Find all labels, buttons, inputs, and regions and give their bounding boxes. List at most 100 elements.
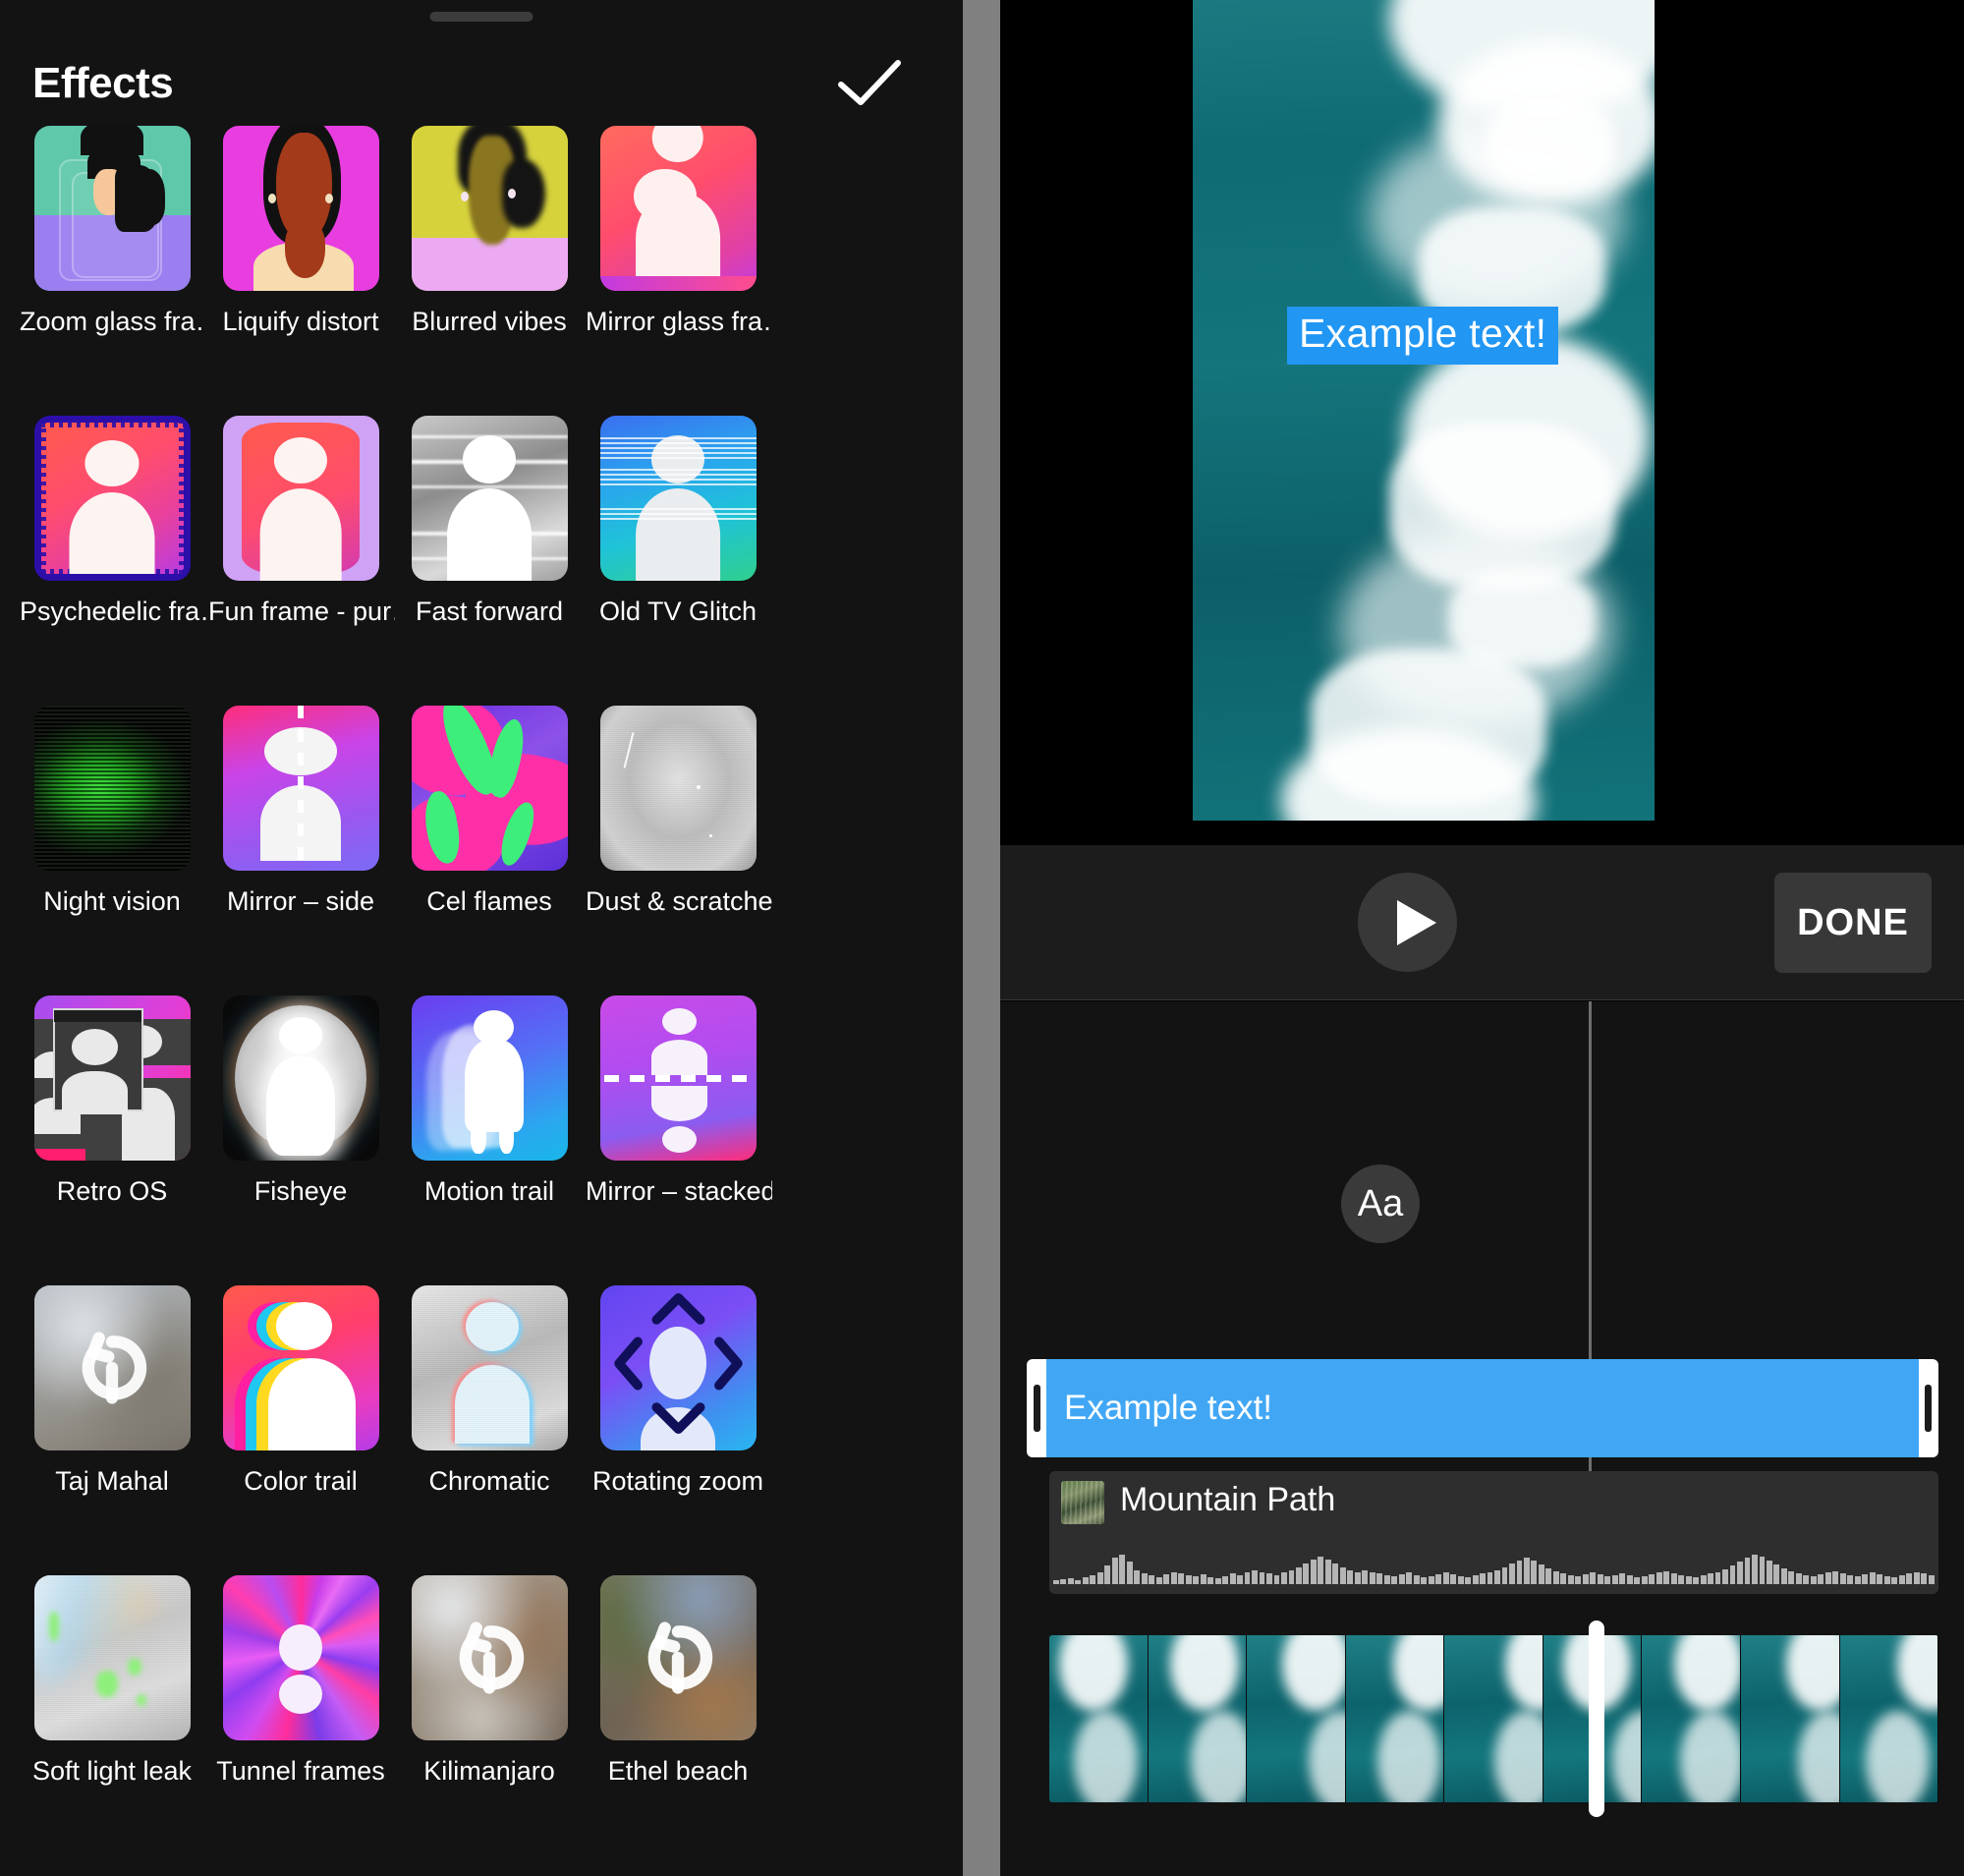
effect-thumbnail[interactable] — [411, 1285, 568, 1450]
editor-panel: Example text! DONE Aa Example text! Moun… — [1000, 0, 1964, 1876]
effect-item[interactable]: Kilimanjaro — [395, 1575, 584, 1865]
effect-thumbnail[interactable] — [222, 706, 379, 871]
page-title: Effects — [32, 59, 174, 107]
text-clip[interactable]: Example text! — [1027, 1359, 1938, 1457]
effect-item[interactable]: Rotating zoom — [584, 1285, 772, 1575]
effect-thumbnail[interactable] — [33, 995, 191, 1161]
check-icon[interactable] — [835, 57, 904, 108]
effect-item[interactable]: Motion trail — [395, 995, 584, 1285]
effect-thumbnail[interactable] — [411, 126, 568, 291]
effect-label: Psychedelic fra… — [20, 597, 206, 626]
effect-thumbnail[interactable] — [222, 1575, 379, 1740]
effect-thumbnail[interactable] — [33, 706, 191, 871]
timeline-panel: Aa Example text! Mountain Path — [1000, 1001, 1964, 1876]
effect-item[interactable]: Fast forward — [395, 416, 584, 706]
done-button[interactable]: DONE — [1774, 873, 1932, 973]
effect-label: Color trail — [244, 1466, 358, 1496]
text-style-button[interactable]: Aa — [1341, 1165, 1420, 1243]
effect-item[interactable]: Tunnel frames — [206, 1575, 395, 1865]
audio-waveform — [1053, 1537, 1935, 1584]
audio-clip[interactable]: Mountain Path — [1049, 1471, 1938, 1594]
effect-label: Cel flames — [426, 886, 552, 916]
panel-divider — [963, 0, 1000, 1876]
video-frame-thumbnail — [1642, 1635, 1741, 1802]
clip-trim-handle-left[interactable] — [1034, 1385, 1040, 1432]
effect-label: Fast forward — [415, 597, 564, 626]
effect-item[interactable]: Zoom glass fra… — [18, 126, 206, 416]
effect-thumbnail[interactable] — [411, 706, 568, 871]
effect-item[interactable]: Liquify distort — [206, 126, 395, 416]
effect-item[interactable]: Psychedelic fra… — [18, 416, 206, 706]
effect-thumbnail[interactable] — [33, 416, 191, 581]
effect-item[interactable]: Retro OS — [18, 995, 206, 1285]
effect-label: Soft light leak — [31, 1756, 193, 1786]
effect-thumbnail[interactable] — [599, 1575, 757, 1740]
video-track[interactable] — [1049, 1635, 1938, 1802]
effect-item[interactable]: Chromatic — [395, 1285, 584, 1575]
effect-label: Motion trail — [423, 1176, 555, 1206]
effect-item[interactable]: Cel flames — [395, 706, 584, 995]
text-clip-label: Example text! — [1064, 1389, 1273, 1427]
effect-label: Kilimanjaro — [423, 1756, 555, 1786]
effect-label: Zoom glass fra… — [20, 307, 206, 336]
effect-label: Dust & scratches — [586, 886, 772, 916]
effect-label: Fisheye — [253, 1176, 348, 1206]
video-frame-thumbnail — [1247, 1635, 1346, 1802]
effect-thumbnail[interactable] — [222, 995, 379, 1161]
video-preview[interactable]: Example text! — [1193, 0, 1655, 821]
effect-label: Night vision — [43, 886, 181, 916]
effect-item[interactable]: Fun frame - pur… — [206, 416, 395, 706]
audio-clip-label: Mountain Path — [1120, 1481, 1336, 1518]
effect-item[interactable]: Ethel beach — [584, 1575, 772, 1865]
effects-header: Effects — [0, 0, 963, 123]
effect-thumbnail[interactable] — [222, 1285, 379, 1450]
video-editor-app: Effects Zoom glass fra… Liquify distort Bl… — [0, 0, 1964, 1876]
effect-item[interactable]: Mirror glass fra… — [584, 126, 772, 416]
effect-thumbnail[interactable] — [222, 126, 379, 291]
effect-label: Blurred vibes — [412, 307, 567, 336]
effect-thumbnail[interactable] — [411, 416, 568, 581]
video-frame-thumbnail — [1049, 1635, 1149, 1802]
effect-item[interactable]: Mirror – stacked — [584, 995, 772, 1285]
effect-label: Liquify distort — [222, 307, 379, 336]
effect-item[interactable]: Fisheye — [206, 995, 395, 1285]
effect-label: Mirror – side — [226, 886, 375, 916]
effect-label: Taj Mahal — [55, 1466, 169, 1496]
effect-item[interactable]: Color trail — [206, 1285, 395, 1575]
track-playhead-handle[interactable] — [1589, 1620, 1604, 1817]
album-art-thumbnail — [1061, 1481, 1104, 1524]
effect-item[interactable]: Dust & scratches — [584, 706, 772, 995]
effect-item[interactable]: Mirror – side — [206, 706, 395, 995]
effect-thumbnail[interactable] — [33, 1575, 191, 1740]
clip-trim-handle-right[interactable] — [1925, 1385, 1932, 1432]
effect-thumbnail[interactable] — [33, 1285, 191, 1450]
effect-item[interactable]: Soft light leak — [18, 1575, 206, 1865]
video-frame-thumbnail — [1444, 1635, 1543, 1802]
effect-label: Mirror – stacked — [586, 1176, 772, 1206]
effect-thumbnail[interactable] — [599, 1285, 757, 1450]
preview-text-overlay[interactable]: Example text! — [1287, 307, 1559, 365]
video-preview-area: Example text! — [1000, 0, 1964, 845]
effect-thumbnail[interactable] — [599, 126, 757, 291]
effect-thumbnail[interactable] — [33, 126, 191, 291]
effect-label: Tunnel frames — [216, 1756, 385, 1786]
effect-thumbnail[interactable] — [599, 706, 757, 871]
effect-item[interactable]: Blurred vibes — [395, 126, 584, 416]
play-icon[interactable] — [1358, 873, 1457, 972]
effect-item[interactable]: Taj Mahal — [18, 1285, 206, 1575]
video-frame-thumbnail — [1345, 1635, 1445, 1802]
effects-grid: Zoom glass fra… Liquify distort Blurred vi… — [0, 126, 963, 1865]
text-clip-fill: Example text! — [1046, 1359, 1919, 1457]
effect-thumbnail[interactable] — [411, 1575, 568, 1740]
effect-thumbnail[interactable] — [222, 416, 379, 581]
video-frame-thumbnail — [1740, 1635, 1840, 1802]
video-frame-thumbnail — [1148, 1635, 1248, 1802]
effect-thumbnail[interactable] — [411, 995, 568, 1161]
effect-item[interactable]: Old TV Glitch — [584, 416, 772, 706]
video-frame-thumbnail — [1839, 1635, 1938, 1802]
effect-item[interactable]: Night vision — [18, 706, 206, 995]
effect-thumbnail[interactable] — [599, 995, 757, 1161]
effect-thumbnail[interactable] — [599, 416, 757, 581]
effect-label: Mirror glass fra… — [586, 307, 772, 336]
effects-panel: Effects Zoom glass fra… Liquify distort Bl… — [0, 0, 963, 1876]
